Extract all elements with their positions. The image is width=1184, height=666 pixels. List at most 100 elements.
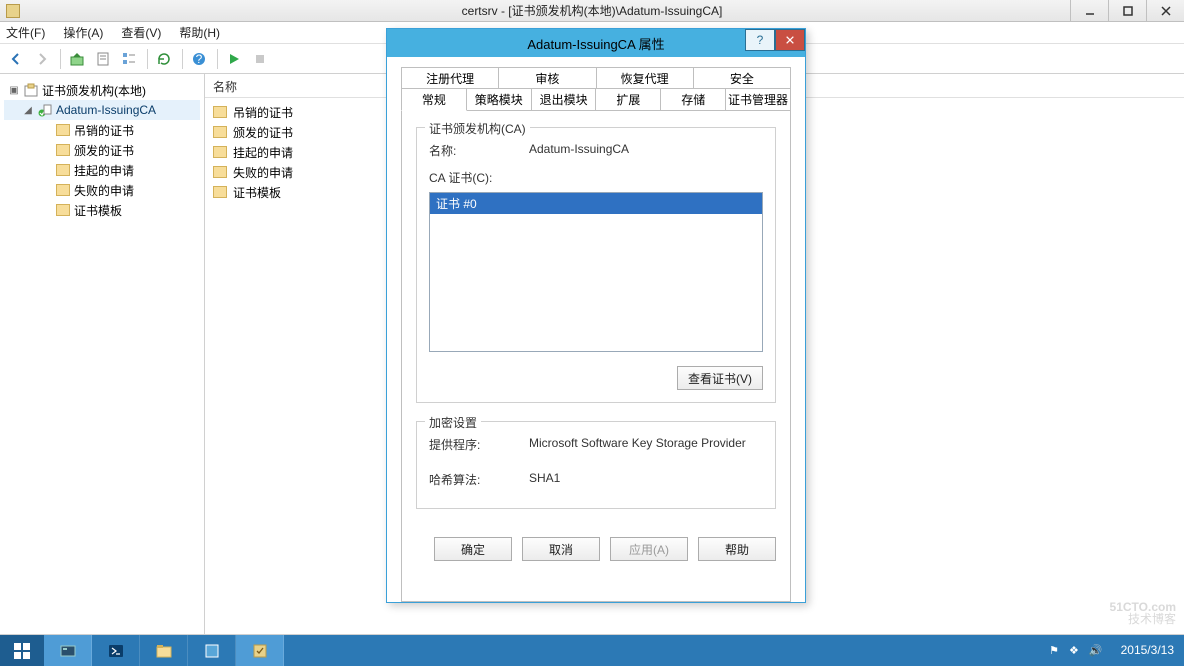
dialog-titlebar[interactable]: Adatum-IssuingCA 属性 ?	[387, 29, 805, 57]
maximize-button[interactable]	[1108, 0, 1146, 22]
tab-enroll-agent[interactable]: 注册代理	[401, 67, 499, 89]
forward-button[interactable]	[30, 47, 54, 71]
folder-icon	[213, 166, 227, 178]
list-small-icon[interactable]	[117, 47, 141, 71]
minimize-button[interactable]	[1070, 0, 1108, 22]
tree-child-label: 失败的申请	[74, 182, 134, 199]
tree-child-label: 吊销的证书	[74, 122, 134, 139]
ca-cert-item-selected[interactable]: 证书 #0	[430, 193, 762, 214]
network-icon[interactable]: ❖	[1069, 644, 1079, 657]
list-item-label: 证书模板	[233, 184, 281, 201]
dialog-tabs-row2: 常规 策略模块 退出模块 扩展 存储 证书管理器	[401, 89, 791, 111]
tree-ca-label: Adatum-IssuingCA	[56, 103, 156, 117]
back-button[interactable]	[4, 47, 28, 71]
ca-cert-listbox[interactable]: 证书 #0	[429, 192, 763, 352]
group-ca-title: 证书颁发机构(CA)	[425, 120, 530, 137]
dialog-footer: 确定 取消 应用(A) 帮助	[416, 527, 776, 575]
taskbar-clock[interactable]: 2015/3/13	[1111, 635, 1184, 666]
group-crypto-title: 加密设置	[425, 414, 481, 431]
folder-icon	[213, 106, 227, 118]
tree-child[interactable]: 失败的申请	[4, 180, 200, 200]
stop-button[interactable]	[248, 47, 272, 71]
svg-text:?: ?	[196, 52, 203, 66]
folder-icon	[56, 124, 70, 136]
tab-security[interactable]: 安全	[693, 67, 791, 89]
window-buttons	[1070, 0, 1184, 22]
tab-general[interactable]: 常规	[401, 89, 467, 111]
provider-label: 提供程序:	[429, 436, 529, 453]
app-titlebar: certsrv - [证书颁发机构(本地)\Adatum-IssuingCA]	[0, 0, 1184, 22]
cancel-button[interactable]: 取消	[522, 537, 600, 561]
expand-icon[interactable]: ◢	[22, 105, 34, 116]
flag-icon[interactable]: ⚑	[1049, 644, 1059, 657]
up-button[interactable]	[65, 47, 89, 71]
tree-child-label: 颁发的证书	[74, 142, 134, 159]
view-cert-button[interactable]: 查看证书(V)	[677, 366, 763, 390]
ok-button[interactable]: 确定	[434, 537, 512, 561]
refresh-button[interactable]	[152, 47, 176, 71]
tab-policy-module[interactable]: 策略模块	[466, 89, 532, 111]
taskbar-item-powershell[interactable]	[92, 635, 140, 666]
play-button[interactable]	[222, 47, 246, 71]
help-button[interactable]: 帮助	[698, 537, 776, 561]
start-button[interactable]	[0, 635, 44, 666]
menu-action[interactable]: 操作(A)	[63, 24, 103, 41]
tab-cert-manager[interactable]: 证书管理器	[725, 89, 791, 111]
dialog-close-button[interactable]	[775, 29, 805, 51]
tab-exit-module[interactable]: 退出模块	[531, 89, 597, 111]
collapse-icon[interactable]: ▣	[8, 85, 20, 96]
dialog-tabs-row1: 注册代理 审核 恢复代理 安全	[401, 67, 791, 89]
group-ca: 证书颁发机构(CA) 名称: Adatum-IssuingCA CA 证书(C)…	[416, 127, 776, 403]
provider-value: Microsoft Software Key Storage Provider	[529, 436, 746, 453]
tab-audit[interactable]: 审核	[498, 67, 596, 89]
tree-child[interactable]: 挂起的申请	[4, 160, 200, 180]
taskbar-item-certsrv[interactable]	[236, 635, 284, 666]
tab-extensions[interactable]: 扩展	[595, 89, 661, 111]
menu-file[interactable]: 文件(F)	[6, 24, 45, 41]
folder-icon	[56, 164, 70, 176]
help-button[interactable]: ?	[187, 47, 211, 71]
toolbar-separator	[217, 49, 218, 69]
tab-storage[interactable]: 存储	[660, 89, 726, 111]
tree-child-label: 证书模板	[74, 202, 122, 219]
apply-button[interactable]: 应用(A)	[610, 537, 688, 561]
tree-root[interactable]: ▣ 证书颁发机构(本地)	[4, 80, 200, 100]
group-crypto: 加密设置 提供程序: Microsoft Software Key Storag…	[416, 421, 776, 509]
tree-ca-node[interactable]: ◢ Adatum-IssuingCA	[4, 100, 200, 120]
list-item-label: 吊销的证书	[233, 104, 293, 121]
dialog-help-button[interactable]: ?	[745, 29, 775, 51]
ca-cert-label: CA 证书(C):	[429, 169, 763, 186]
taskbar-item-explorer[interactable]	[140, 635, 188, 666]
properties-button[interactable]	[91, 47, 115, 71]
folder-icon	[56, 144, 70, 156]
tree-child[interactable]: 吊销的证书	[4, 120, 200, 140]
tree-pane[interactable]: ▣ 证书颁发机构(本地) ◢ Adatum-IssuingCA 吊销的证书 颁发…	[0, 74, 205, 634]
folder-icon	[56, 184, 70, 196]
toolbar-separator	[182, 49, 183, 69]
tree-root-label: 证书颁发机构(本地)	[42, 82, 146, 99]
properties-dialog: Adatum-IssuingCA 属性 ? 注册代理 审核 恢复代理 安全 常规…	[386, 28, 806, 603]
tree-child[interactable]: 证书模板	[4, 200, 200, 220]
folder-icon	[213, 186, 227, 198]
tree-child-label: 挂起的申请	[74, 162, 134, 179]
menu-help[interactable]: 帮助(H)	[179, 24, 220, 41]
sound-icon[interactable]: 🔊	[1089, 644, 1103, 657]
menu-view[interactable]: 查看(V)	[121, 24, 161, 41]
toolbar-separator	[147, 49, 148, 69]
dialog-body: 注册代理 审核 恢复代理 安全 常规 策略模块 退出模块 扩展 存储 证书管理器…	[387, 57, 805, 602]
close-button[interactable]	[1146, 0, 1184, 22]
window-title: certsrv - [证书颁发机构(本地)\Adatum-IssuingCA]	[0, 2, 1184, 19]
list-item-label: 失败的申请	[233, 164, 293, 181]
list-item-label: 挂起的申请	[233, 144, 293, 161]
taskbar-item-generic[interactable]	[188, 635, 236, 666]
name-value: Adatum-IssuingCA	[529, 142, 629, 159]
name-label: 名称:	[429, 142, 529, 159]
tree-child[interactable]: 颁发的证书	[4, 140, 200, 160]
tab-content-general: 证书颁发机构(CA) 名称: Adatum-IssuingCA CA 证书(C)…	[401, 111, 791, 602]
tab-recovery-agent[interactable]: 恢复代理	[596, 67, 694, 89]
hash-value: SHA1	[529, 471, 560, 488]
list-item-label: 颁发的证书	[233, 124, 293, 141]
taskbar-item-server-manager[interactable]	[44, 635, 92, 666]
system-tray[interactable]: ⚑ ❖ 🔊	[1031, 635, 1110, 666]
folder-icon	[213, 146, 227, 158]
